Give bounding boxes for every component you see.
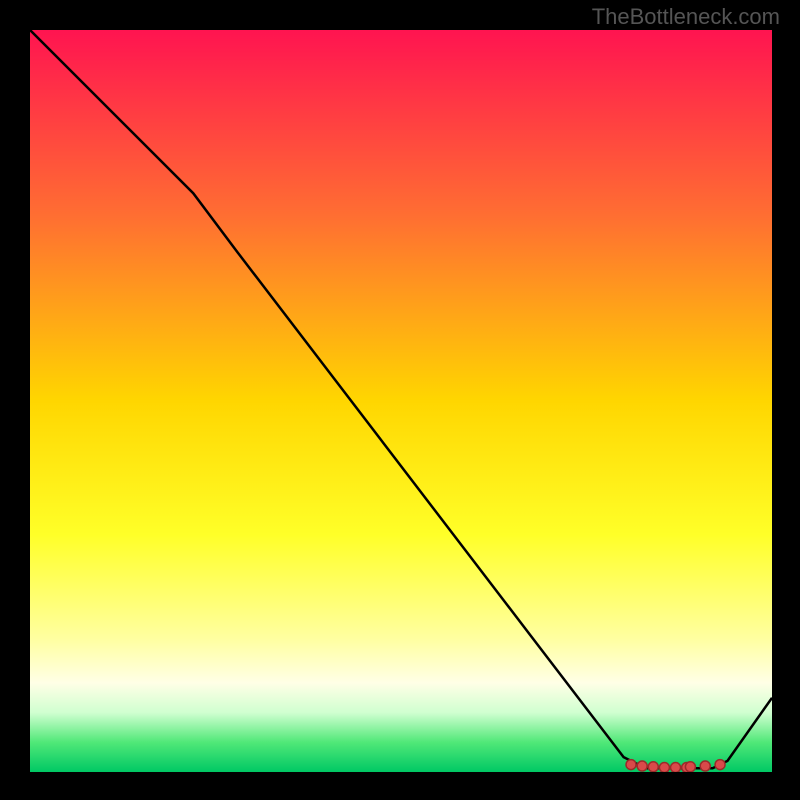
chart-marker: [715, 760, 725, 770]
chart-marker: [671, 763, 681, 772]
chart-plot-area: [30, 30, 772, 772]
chart-marker: [659, 763, 669, 772]
chart-marker: [685, 762, 695, 772]
chart-marker: [626, 760, 636, 770]
chart-marker: [648, 762, 658, 772]
chart-marker: [700, 761, 710, 771]
watermark-label: TheBottleneck.com: [592, 4, 780, 30]
chart-marker: [637, 761, 647, 771]
chart-svg: [30, 30, 772, 772]
